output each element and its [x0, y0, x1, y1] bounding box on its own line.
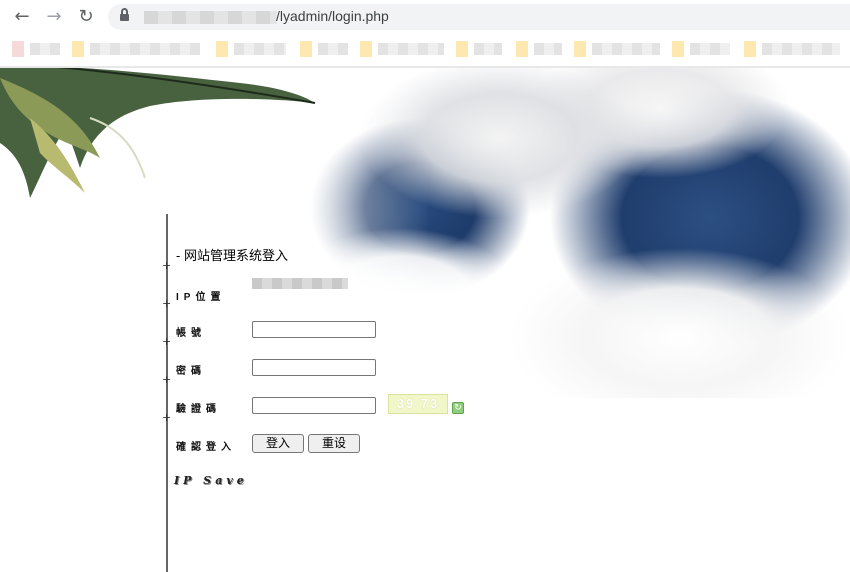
captcha-input[interactable]	[252, 397, 376, 414]
back-icon[interactable]: ←	[11, 6, 33, 28]
ip-save-signature: IP Save	[174, 474, 248, 487]
password-input[interactable]	[252, 359, 376, 376]
rule-tick: +	[162, 297, 172, 310]
confirm-login-label: 確認登入	[176, 442, 236, 453]
rule-tick: +	[162, 373, 172, 386]
ip-value-redacted	[252, 278, 348, 289]
login-page: + + + + + - 网站管理系统登入 IP位置 帳號 密碼 驗證碼 39 7…	[0, 68, 850, 572]
login-title: - 网站管理系统登入	[176, 248, 288, 263]
rule-tick: +	[162, 411, 172, 424]
account-label: 帳號	[176, 328, 206, 339]
reload-icon[interactable]: ↻	[75, 6, 97, 28]
account-input[interactable]	[252, 321, 376, 338]
url-host-redacted	[144, 11, 277, 24]
captcha-image: 39 73	[388, 394, 448, 414]
captcha-label: 驗證碼	[176, 404, 221, 415]
password-label: 密碼	[176, 366, 206, 377]
address-bar[interactable]: /lyadmin/login.php	[108, 4, 850, 30]
refresh-icon[interactable]: ↻	[452, 402, 464, 414]
reset-button[interactable]: 重设	[308, 434, 360, 453]
bookmarks-bar	[0, 34, 850, 64]
login-button[interactable]: 登入	[252, 434, 304, 453]
url-path: /lyadmin/login.php	[276, 8, 389, 24]
forward-icon[interactable]: →	[43, 6, 65, 28]
ip-label: IP位置	[176, 292, 226, 303]
rule-tick: +	[162, 259, 172, 272]
lock-icon[interactable]	[120, 8, 129, 22]
rule-tick: +	[162, 335, 172, 348]
browser-toolbar: ← → ↻ /lyadmin/login.php	[0, 0, 850, 34]
feather-image	[0, 68, 316, 198]
